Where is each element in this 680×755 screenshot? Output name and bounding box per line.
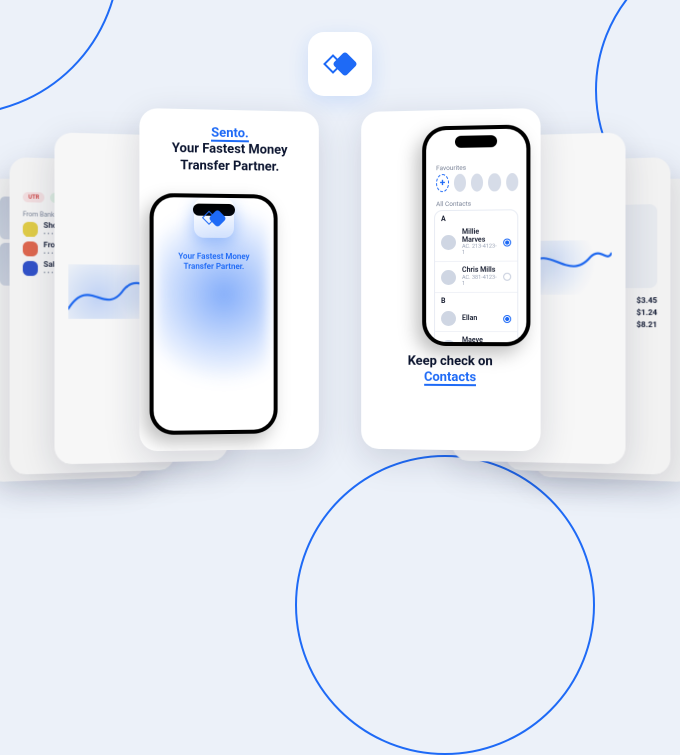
section-letter: A bbox=[435, 210, 517, 224]
card-contacts: Favourites + All Contacts A Millie Marve… bbox=[361, 108, 540, 451]
app-badge bbox=[308, 32, 372, 96]
sento-logo-icon bbox=[326, 55, 354, 73]
avatar[interactable] bbox=[506, 173, 518, 191]
brand-name: Sento. bbox=[211, 126, 249, 143]
avatar bbox=[441, 270, 456, 285]
favourites-label: Favourites bbox=[436, 163, 518, 172]
avatar[interactable] bbox=[471, 173, 483, 191]
radio-selected-icon[interactable] bbox=[503, 315, 511, 323]
category-icon bbox=[23, 241, 38, 256]
category-icon bbox=[23, 222, 38, 237]
section-letter: B bbox=[435, 293, 517, 306]
headline: Transfer Partner. bbox=[180, 158, 279, 175]
favourites-row: + bbox=[436, 173, 518, 192]
footer-text: Keep check on bbox=[408, 354, 493, 369]
headline: Your Fastest Money bbox=[172, 141, 288, 158]
avatar bbox=[441, 311, 456, 326]
add-favourite-button[interactable]: + bbox=[436, 174, 449, 192]
contacts-list: A Millie MarvesAC. 213-4123-1 Chris Mill… bbox=[434, 209, 518, 342]
avatar[interactable] bbox=[488, 173, 500, 191]
footer-accent: Contacts bbox=[424, 370, 476, 386]
phone-mock: Your Fastest Money Transfer Partner. bbox=[150, 193, 278, 435]
showcase-stage: Download Now Live Ex UTR Add + Add + Fro… bbox=[0, 110, 680, 520]
avatar bbox=[441, 235, 456, 250]
contact-row[interactable]: MaeveAC. 433-4123-0 bbox=[435, 332, 517, 342]
phone-mock: Favourites + All Contacts A Millie Marve… bbox=[422, 124, 530, 346]
contact-row[interactable]: Chris MillsAC. 381-4123-1 bbox=[435, 262, 517, 293]
phone-notch-icon bbox=[455, 135, 497, 148]
avatar bbox=[441, 340, 456, 343]
sento-logo-icon bbox=[204, 211, 224, 224]
radio-selected-icon[interactable] bbox=[503, 238, 511, 246]
contact-row[interactable]: Ellan bbox=[435, 306, 517, 332]
chip[interactable]: UTR bbox=[23, 192, 45, 203]
radio-icon[interactable] bbox=[503, 273, 511, 281]
all-contacts-label: All Contacts bbox=[436, 199, 518, 208]
category-icon bbox=[23, 261, 38, 276]
contact-row[interactable]: Millie MarvesAC. 213-4123-1 bbox=[435, 223, 517, 262]
card-hero-sento: Sento. Your Fastest Money Transfer Partn… bbox=[139, 108, 318, 451]
decorative-arc bbox=[0, 0, 120, 115]
avatar[interactable] bbox=[454, 174, 466, 192]
